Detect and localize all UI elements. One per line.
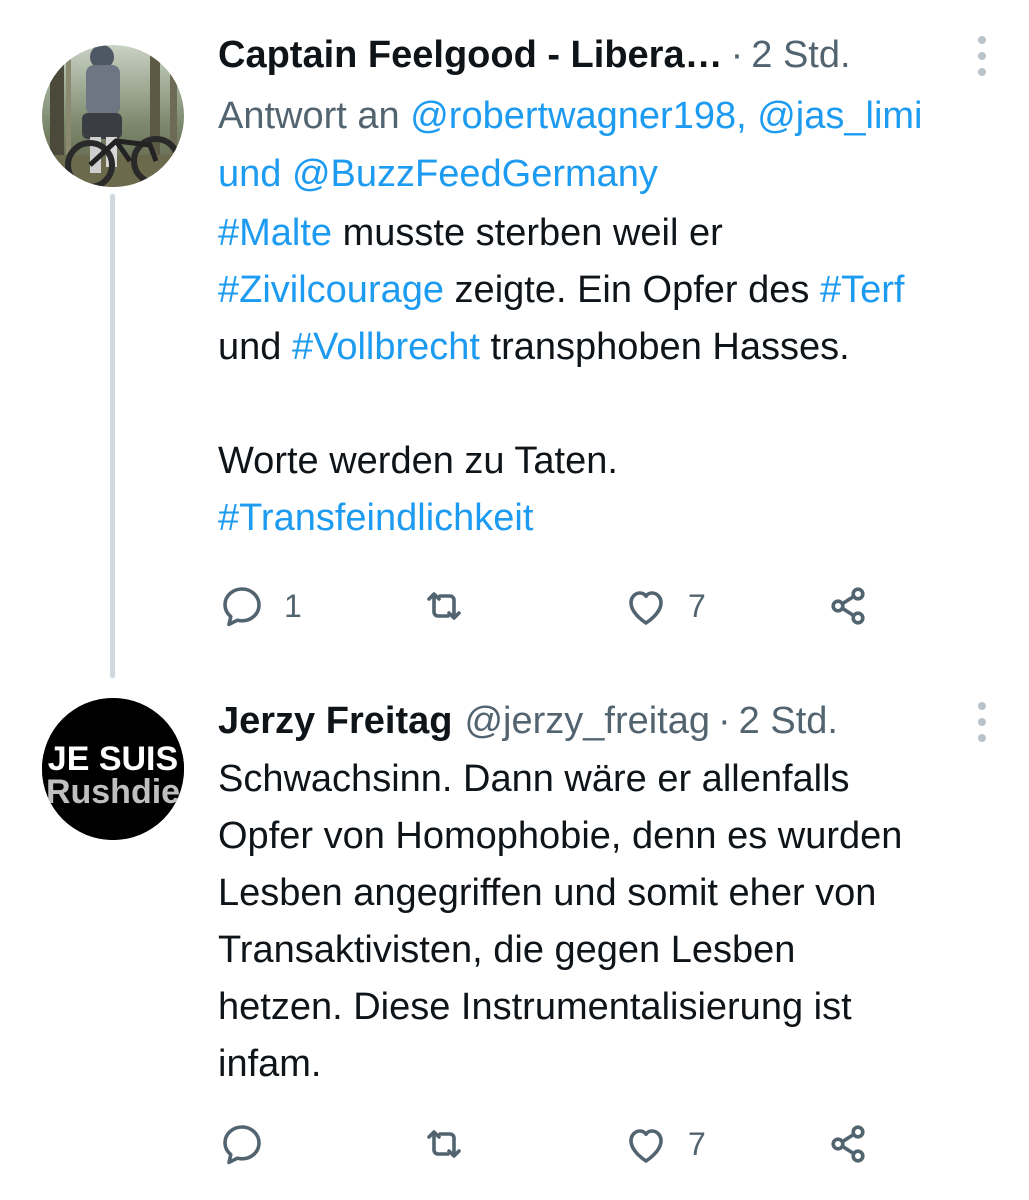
tweet-header: Captain Feelgood - Libera… · 2 Std. [218, 28, 1008, 82]
text-span: musste sterben weil er [332, 212, 723, 254]
tweet-text: #Malte musste sterben weil er #Zivilcour… [218, 205, 1008, 547]
reply-conjunction[interactable]: und [218, 153, 281, 195]
hashtag-link[interactable]: #Vollbrecht [292, 326, 480, 368]
je-suis-rushdie-avatar: JE SUIS Rushdie [42, 698, 184, 840]
author-handle[interactable]: @jerzy_freitag [464, 700, 710, 743]
text-line: Opfer von Homophobie, denn es wurden [218, 815, 903, 857]
text-span: zeigte. Ein Opfer des [444, 269, 820, 311]
retweet-icon [427, 592, 461, 620]
avatar[interactable]: JE SUIS Rushdie [42, 698, 184, 840]
share-button[interactable] [824, 1114, 872, 1174]
reply-button[interactable] [218, 1114, 284, 1174]
like-count: 7 [688, 1125, 706, 1162]
retweet-button[interactable] [420, 1114, 486, 1174]
tweet-text: Schwachsinn. Dann wäre er allenfalls Opf… [218, 751, 1008, 1093]
hashtag-link[interactable]: #Malte [218, 212, 332, 254]
hashtag-link[interactable]: #Zivilcourage [218, 269, 444, 311]
text-line: infam. [218, 1043, 322, 1085]
like-count: 7 [688, 587, 706, 624]
like-button[interactable]: 7 [622, 576, 706, 636]
text-line: Transaktivisten, die gegen Lesben [218, 929, 796, 971]
reply-prefix: Antwort an [218, 95, 400, 137]
hashtag-link[interactable]: #Terf [820, 269, 904, 311]
tweet[interactable]: Jerzy Freitag @jerzy_freitag · 2 Std. Sc… [218, 694, 1008, 1093]
mention-link[interactable]: @BuzzFeedGermany [292, 153, 658, 195]
reply-context: Antwort an @robertwagner198, @jas_limi u… [218, 87, 1008, 203]
reply-button[interactable]: 1 [218, 576, 302, 636]
reply-icon [223, 587, 261, 627]
text-line: Lesben angegriffen und somit eher von [218, 872, 877, 914]
timestamp[interactable]: 2 Std. [751, 34, 850, 77]
like-icon [629, 1129, 663, 1163]
separator-dot: · [718, 699, 731, 742]
like-icon [629, 591, 663, 625]
more-icon[interactable] [972, 702, 992, 742]
text-span: transphoben Hasses. [479, 326, 850, 368]
more-icon[interactable] [972, 36, 992, 76]
reply-icon [223, 1125, 261, 1165]
like-button[interactable]: 7 [622, 1114, 706, 1174]
timestamp[interactable]: 2 Std. [739, 700, 838, 743]
author-name[interactable]: Jerzy Freitag [218, 700, 452, 743]
text-line: hetzen. Diese Instrumentalisierung ist [218, 986, 852, 1028]
author-name[interactable]: Captain Feelgood - Libera… [218, 34, 723, 77]
text-line: Schwachsinn. Dann wäre er allenfalls [218, 758, 850, 800]
share-icon [831, 587, 865, 625]
retweet-button[interactable] [420, 576, 486, 636]
tweet-header: Jerzy Freitag @jerzy_freitag · 2 Std. [218, 694, 1008, 748]
avatar[interactable] [42, 45, 184, 187]
text-span: und [218, 326, 292, 368]
tweet-actions: 1 7 [218, 576, 918, 636]
mention-link[interactable]: @jas_limi [757, 95, 922, 137]
reply-count: 1 [284, 587, 302, 624]
mountain-biker-photo [42, 45, 184, 187]
tweet[interactable]: Captain Feelgood - Libera… · 2 Std. Antw… [218, 28, 1008, 547]
text-span: Worte werden zu Taten. [218, 440, 618, 482]
retweet-icon [427, 1130, 461, 1158]
avatar-text-line2: Rushdie [46, 773, 180, 811]
hashtag-link[interactable]: #Transfeindlichkeit [218, 497, 533, 539]
share-icon [831, 1125, 865, 1163]
share-button[interactable] [824, 576, 872, 636]
separator-dot: · [730, 33, 744, 76]
thread-connector-line [110, 194, 115, 678]
tweet-actions: 7 [218, 1114, 918, 1174]
mention-link[interactable]: @robertwagner198, [410, 95, 746, 137]
